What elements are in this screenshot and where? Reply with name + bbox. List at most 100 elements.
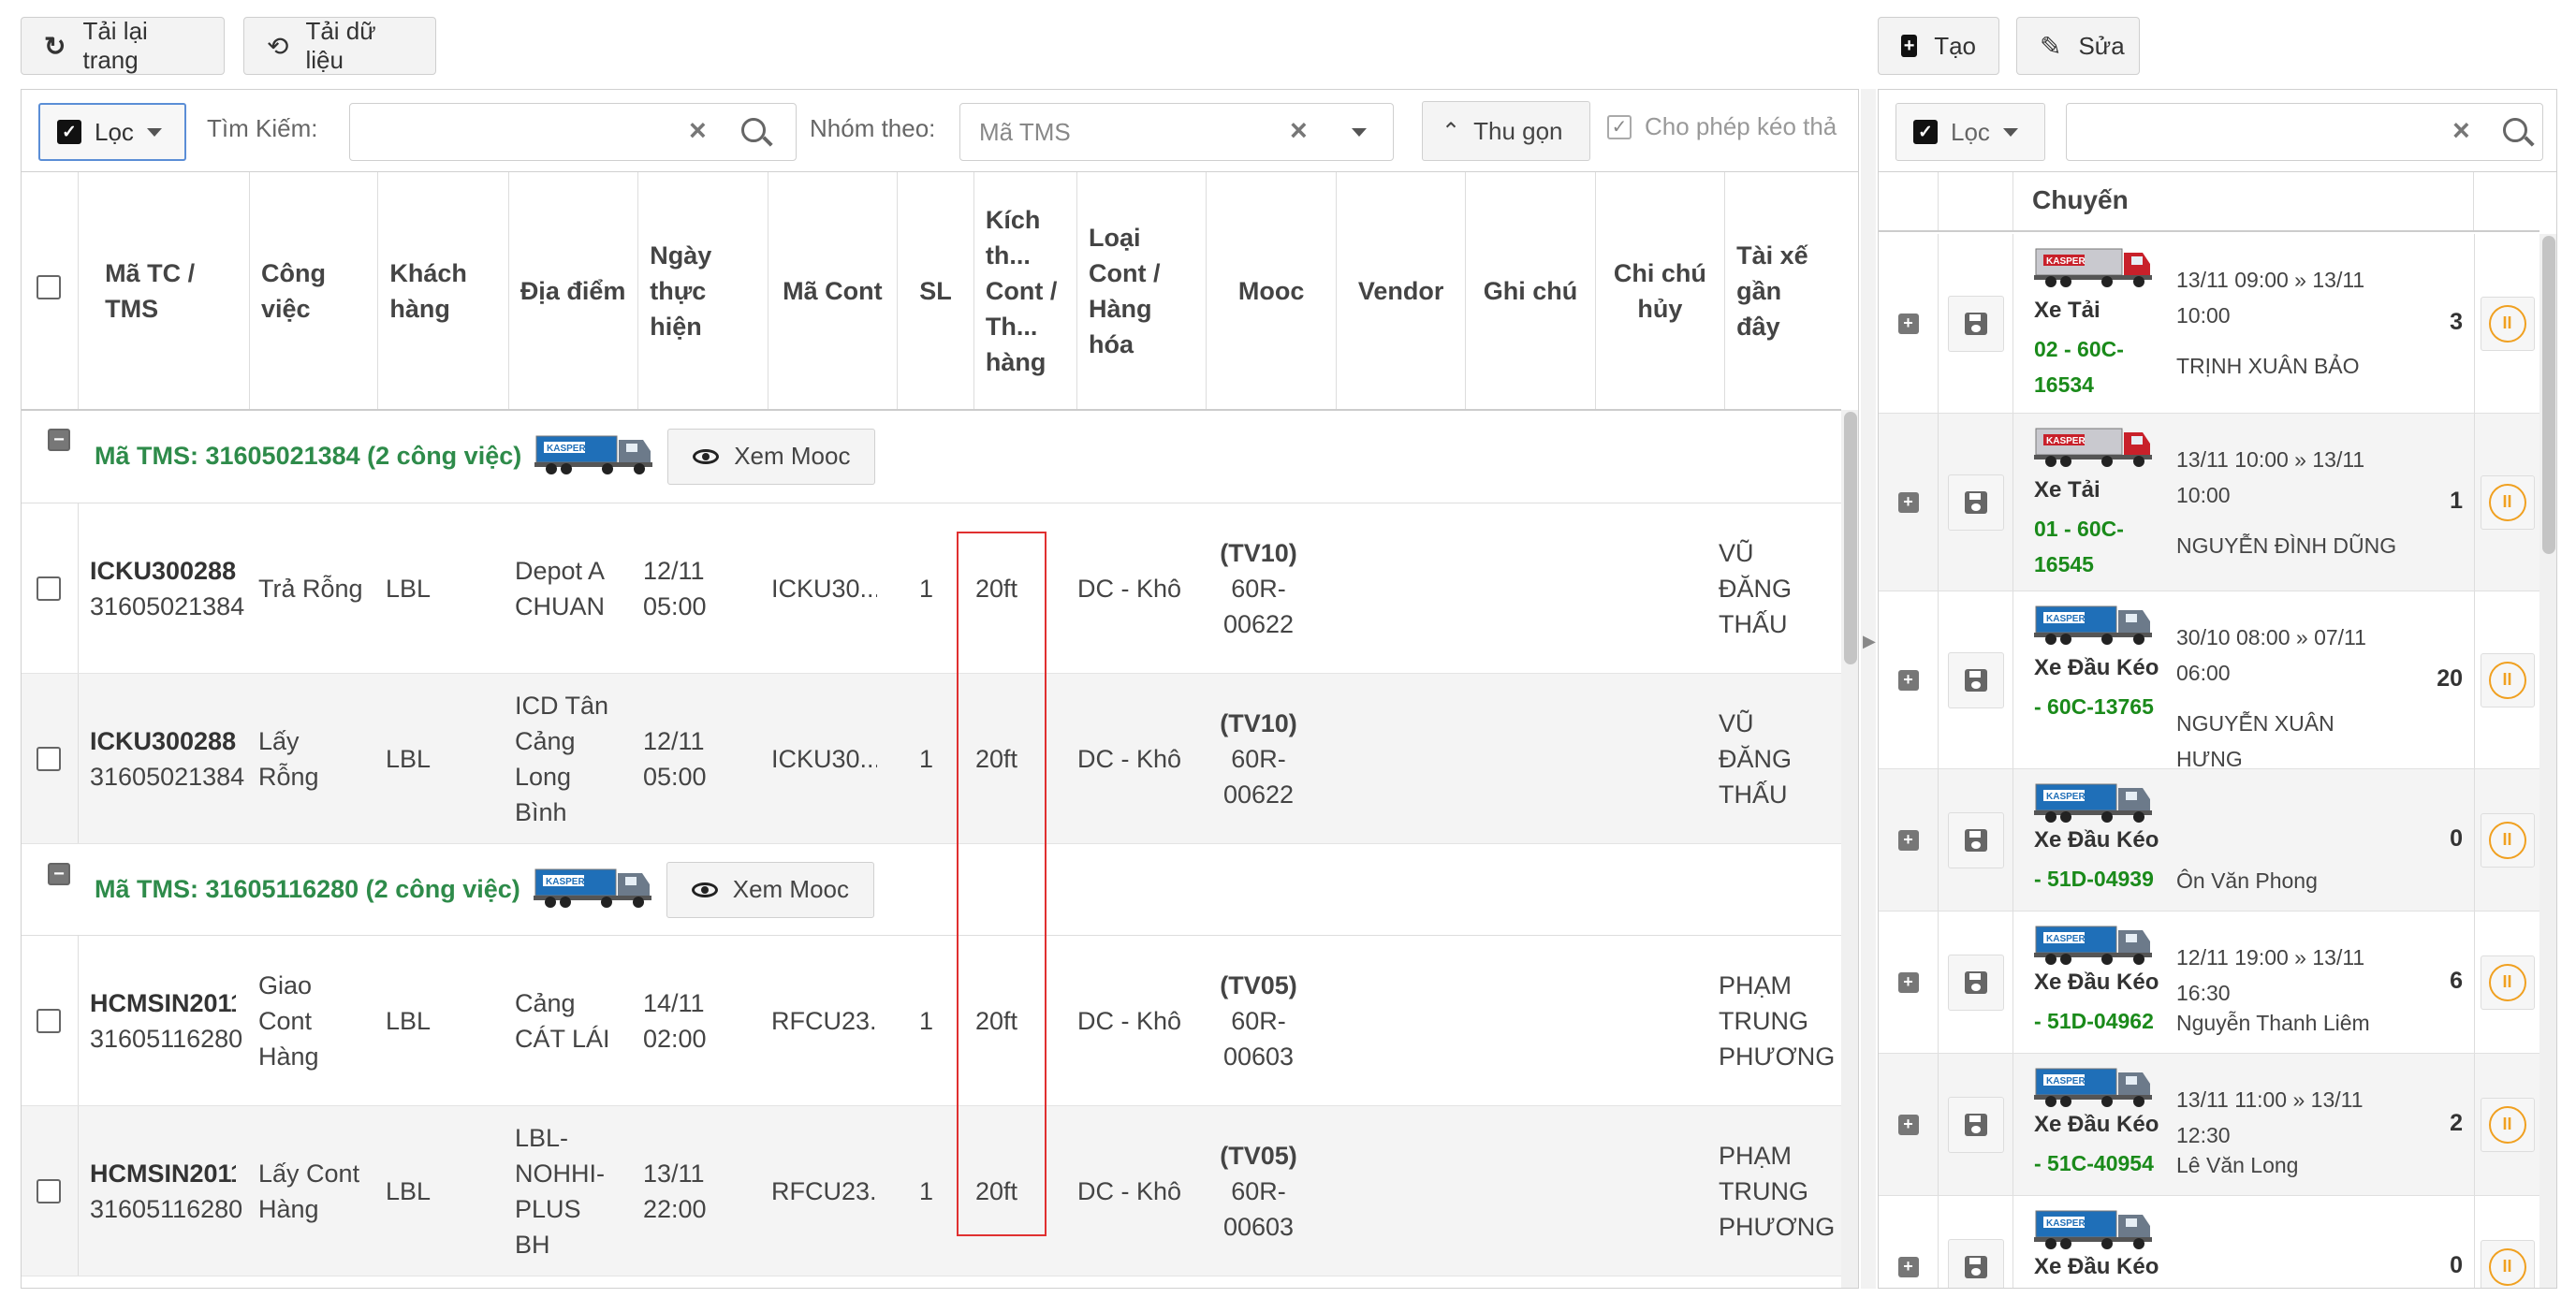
- scrollbar-thumb[interactable]: [1844, 412, 1857, 664]
- select-all-cell[interactable]: [22, 172, 80, 411]
- pause-trip-button[interactable]: II: [2480, 812, 2535, 868]
- view-mooc-button[interactable]: Xem Mooc: [666, 861, 874, 918]
- group-by-select[interactable]: Mã TMS ×: [959, 103, 1394, 161]
- save-trip-button[interactable]: [1947, 1096, 2004, 1153]
- col-header[interactable]: Mã Cont: [768, 172, 899, 411]
- vertical-scrollbar[interactable]: [1841, 410, 1858, 1288]
- trip-info: KASPER Xe Đầu Kéo - 51D-04962 12/11 19:00 »…: [2013, 912, 2474, 1053]
- table-row[interactable]: HCMSIN2011 31605116280 Giao Cont Hàng LBL Cả…: [22, 936, 1841, 1106]
- expand-trip-button[interactable]: +: [1879, 769, 1939, 911]
- trips-filter-dropdown[interactable]: ✓ Lọc: [1895, 103, 2045, 161]
- search-input[interactable]: ×: [349, 103, 797, 161]
- col-header[interactable]: Công việc: [249, 172, 379, 411]
- save-trip-button[interactable]: [1947, 811, 2004, 868]
- expand-trip-button[interactable]: +: [1879, 1054, 1939, 1195]
- row-job: Lấy Rỗng: [258, 726, 319, 791]
- view-mooc-button[interactable]: Xem Mooc: [667, 428, 876, 485]
- load-data-button[interactable]: ⟲ Tải dữ liệu: [243, 17, 436, 75]
- row-checkbox[interactable]: [37, 1178, 61, 1203]
- floppy-disk-icon: [1964, 1113, 1987, 1136]
- drag-checkbox-icon[interactable]: ✓: [1607, 114, 1632, 139]
- pause-trip-button[interactable]: II: [2480, 652, 2535, 707]
- truck-image: KASPER: [2034, 923, 2154, 970]
- col-header[interactable]: SL: [897, 172, 974, 411]
- filter-dropdown[interactable]: ✓ Lọc: [38, 103, 186, 161]
- col-header[interactable]: Mã TC / TMS: [78, 172, 250, 411]
- trips-header-cell-action: [2474, 172, 2539, 230]
- group-label: Mã TMS: 31605116280 (2 công việc): [95, 875, 520, 903]
- truck-logo-text: KASPER: [2046, 436, 2086, 446]
- trip-row[interactable]: + KASPER Xe Đầu Kéo - 51D-04939 Ôn Văn Phong…: [1879, 769, 2539, 912]
- trip-row[interactable]: + KASPER Xe Tải 02 - 60C-16534 13/11 09:00 »…: [1879, 234, 2539, 414]
- jobs-table: Mã TC / TMS Công việc Khách hàng Địa điể…: [22, 172, 1841, 411]
- trip-row[interactable]: + KASPER Xe Đầu Kéo - 51C-40954 13/11 11:00 …: [1879, 1054, 2539, 1196]
- view-mooc-label: Xem Mooc: [734, 442, 851, 470]
- trip-plate: 01 - 60C-16545: [2034, 517, 2124, 576]
- expand-trip-button[interactable]: +: [1879, 912, 1939, 1053]
- trip-row[interactable]: + KASPER Xe Tải 01 - 60C-16545 13/11 10:00 »…: [1879, 414, 2539, 591]
- trips-header-title[interactable]: Chuyến: [2013, 172, 2474, 230]
- col-header[interactable]: Khách hàng: [377, 172, 509, 411]
- jobs-table-body: − Mã TMS: 31605021384 (2 công việc) KASPER…: [22, 410, 1841, 1276]
- expand-trip-button[interactable]: +: [1879, 414, 1939, 591]
- trip-row[interactable]: + KASPER Xe Đầu Kéo - 60C-13765 30/10 08:00 …: [1879, 591, 2539, 771]
- col-header[interactable]: Loại Cont / Hàng hóa: [1076, 172, 1208, 411]
- select-all-checkbox[interactable]: [37, 274, 61, 299]
- collapse-button[interactable]: ⌃ Thu gọn: [1422, 101, 1590, 161]
- expand-trip-button[interactable]: +: [1879, 234, 1939, 413]
- clear-icon[interactable]: ×: [689, 113, 707, 148]
- chevron-right-icon[interactable]: ▶: [1863, 632, 1876, 651]
- pause-trip-button[interactable]: II: [2480, 1097, 2535, 1152]
- save-trip-button[interactable]: [1947, 1238, 2004, 1288]
- table-cell: (TV05) 60R-00603: [1194, 1106, 1323, 1276]
- trip-row[interactable]: + KASPER Xe Đầu Kéo - 51D-04962 12/11 19:00 …: [1879, 912, 2539, 1054]
- expand-trip-button[interactable]: +: [1879, 591, 1939, 768]
- save-trip-button[interactable]: [1947, 295, 2004, 352]
- save-trip-button[interactable]: [1947, 954, 2004, 1011]
- pause-trip-button[interactable]: II: [2480, 296, 2535, 351]
- table-row[interactable]: ICKU3002882 31605021384 Trả Rỗng LBL Depot A…: [22, 503, 1841, 674]
- group-row[interactable]: − Mã TMS: 31605021384 (2 công việc) KASPER…: [22, 410, 1841, 503]
- create-label: Tạo: [1934, 31, 1976, 60]
- table-row[interactable]: HCMSIN2011 31605116280 Lấy Cont Hàng LBL LBL…: [22, 1106, 1841, 1276]
- col-header[interactable]: Vendor: [1336, 172, 1467, 411]
- scrollbar-thumb[interactable]: [2542, 236, 2555, 554]
- save-trip-cell: [1939, 591, 2013, 768]
- allow-drag-toggle[interactable]: ✓ Cho phép kéo thả: [1607, 112, 1837, 141]
- chevron-down-icon[interactable]: [1352, 128, 1367, 137]
- edit-button[interactable]: ✎ Sửa: [2016, 17, 2140, 75]
- group-row[interactable]: − Mã TMS: 31605116280 (2 công việc) KASPER…: [22, 844, 1841, 936]
- save-trip-button[interactable]: [1947, 474, 2004, 531]
- save-trip-button[interactable]: [1947, 651, 2004, 708]
- col-header[interactable]: Tài xế gần đây: [1724, 172, 1841, 411]
- clear-icon[interactable]: ×: [2452, 113, 2470, 148]
- allow-drag-label: Cho phép kéo thả: [1645, 112, 1837, 140]
- truck-logo-text: KASPER: [2046, 614, 2086, 624]
- expand-trip-button[interactable]: +: [1879, 1196, 1939, 1288]
- table-row[interactable]: ICKU3002882 31605021384 Lấy Rỗng LBL ICD Tân…: [22, 674, 1841, 844]
- col-header[interactable]: Ghi chú: [1465, 172, 1596, 411]
- col-header[interactable]: Kích th... Cont / Th... hàng: [973, 172, 1078, 411]
- col-header[interactable]: Mooc: [1206, 172, 1337, 411]
- table-cell: HCMSIN2011 31605116280: [78, 1106, 247, 1276]
- pause-trip-button[interactable]: II: [2480, 955, 2535, 1010]
- pause-trip-button[interactable]: II: [2480, 1239, 2535, 1288]
- row-checkbox[interactable]: [37, 746, 61, 771]
- collapse-group-icon[interactable]: −: [48, 863, 70, 885]
- create-button[interactable]: + Tạo: [1878, 17, 1999, 75]
- pause-trip-button[interactable]: II: [2480, 474, 2535, 530]
- col-header[interactable]: Địa điểm: [508, 172, 639, 411]
- col-header[interactable]: Ngày thực hiện: [637, 172, 768, 411]
- row-checkbox[interactable]: [37, 576, 61, 601]
- row-checkbox[interactable]: [37, 1008, 61, 1033]
- clear-icon[interactable]: ×: [1290, 113, 1308, 148]
- pen-icon: ✎: [2040, 31, 2062, 61]
- collapse-group-icon[interactable]: −: [48, 429, 70, 451]
- reload-button[interactable]: ↻ Tải lại trang: [21, 17, 225, 75]
- trips-search-input[interactable]: ×: [2066, 103, 2543, 161]
- table-cell: RFCU23...: [760, 1106, 888, 1276]
- col-header[interactable]: Chi chú hủy: [1595, 172, 1726, 411]
- panel-splitter[interactable]: ▶: [1861, 89, 1876, 1289]
- trips-vertical-scrollbar[interactable]: [2539, 234, 2556, 1288]
- trip-row[interactable]: +KASPERXe Đầu KéoNguyễn Văn Thao0II: [1879, 1196, 2539, 1288]
